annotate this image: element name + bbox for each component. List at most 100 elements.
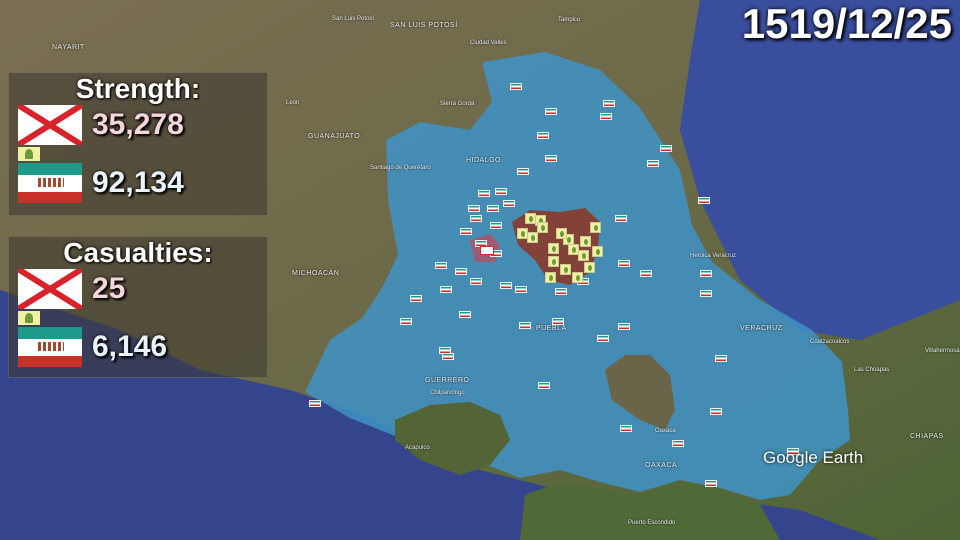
spanish-flag-icon bbox=[18, 269, 82, 309]
aztec-unit-marker[interactable] bbox=[600, 113, 612, 120]
tlaxcalan-unit-marker[interactable] bbox=[548, 243, 559, 254]
casualties-panel: Casualties: 25 6,146 bbox=[8, 236, 268, 378]
map-label: VERACRUZ bbox=[740, 325, 783, 332]
aztec-unit-marker[interactable] bbox=[597, 335, 609, 342]
aztec-unit-marker[interactable] bbox=[400, 318, 412, 325]
aztec-unit-marker[interactable] bbox=[615, 215, 627, 222]
map-label: CHIAPAS bbox=[910, 433, 944, 440]
map-label: OAXACA bbox=[645, 462, 678, 469]
map-label: HIDALGO bbox=[466, 157, 502, 164]
tlaxcalan-unit-marker[interactable] bbox=[578, 250, 589, 261]
tlaxcalan-unit-marker[interactable] bbox=[584, 262, 595, 273]
map-label: GUERRERO bbox=[425, 377, 470, 384]
map-label: Villahermosa bbox=[925, 348, 960, 354]
map-label: NAYARIT bbox=[52, 44, 85, 51]
tlaxcalan-unit-marker[interactable] bbox=[572, 272, 583, 283]
aztec-strength: 92,134 bbox=[92, 166, 184, 199]
tlaxcala-flag-icon bbox=[18, 311, 40, 325]
spanish-strength: 35,278 bbox=[92, 108, 184, 141]
aztec-unit-marker[interactable] bbox=[672, 440, 684, 447]
aztec-unit-marker[interactable] bbox=[487, 205, 499, 212]
aztec-unit-marker[interactable] bbox=[495, 188, 507, 195]
aztec-unit-marker[interactable] bbox=[515, 286, 527, 293]
map-label: GUANAJUATO bbox=[308, 133, 361, 140]
aztec-unit-marker[interactable] bbox=[538, 382, 550, 389]
aztec-unit-marker[interactable] bbox=[700, 290, 712, 297]
tlaxcalan-unit-marker[interactable] bbox=[592, 246, 603, 257]
aztec-unit-marker[interactable] bbox=[603, 100, 615, 107]
map-label: Puerto Escondido bbox=[628, 520, 676, 526]
aztec-unit-marker[interactable] bbox=[545, 155, 557, 162]
aztec-unit-marker[interactable] bbox=[715, 355, 727, 362]
aztec-unit-marker[interactable] bbox=[503, 200, 515, 207]
map-label: Acapulco bbox=[405, 445, 430, 451]
google-earth-watermark: Google Earth bbox=[763, 448, 864, 467]
map-label: MICHOACÁN bbox=[292, 270, 340, 277]
aztec-unit-marker[interactable] bbox=[517, 168, 529, 175]
tlaxcalan-unit-marker[interactable] bbox=[556, 228, 567, 239]
aztec-unit-marker[interactable] bbox=[460, 228, 472, 235]
aztec-unit-marker[interactable] bbox=[618, 323, 630, 330]
map-label: Santiago de Querétaro bbox=[370, 165, 431, 171]
aztec-unit-marker[interactable] bbox=[552, 318, 564, 325]
aztec-unit-marker[interactable] bbox=[660, 145, 672, 152]
aztec-flag-icon bbox=[18, 163, 82, 203]
aztec-unit-marker[interactable] bbox=[440, 286, 452, 293]
aztec-unit-marker[interactable] bbox=[700, 270, 712, 277]
map-label: PUEBLA bbox=[536, 325, 567, 332]
map-label: Coatzacoalcos bbox=[810, 339, 850, 345]
map-label: Ciudad Valles bbox=[470, 40, 507, 46]
map-label: León bbox=[286, 100, 300, 106]
aztec-unit-marker[interactable] bbox=[519, 322, 531, 329]
aztec-unit-marker[interactable] bbox=[468, 205, 480, 212]
strength-panel: Strength: 35,278 92,134 bbox=[8, 72, 268, 216]
aztec-unit-marker[interactable] bbox=[442, 353, 454, 360]
aztec-unit-marker[interactable] bbox=[537, 132, 549, 139]
aztec-unit-marker[interactable] bbox=[705, 480, 717, 487]
aztec-unit-marker[interactable] bbox=[478, 190, 490, 197]
aztec-unit-marker[interactable] bbox=[555, 288, 567, 295]
aztec-unit-marker[interactable] bbox=[698, 197, 710, 204]
tlaxcalan-unit-marker[interactable] bbox=[548, 256, 559, 267]
map-label: Heroica Veracruz bbox=[690, 253, 737, 259]
tlaxcalan-unit-marker[interactable] bbox=[527, 232, 538, 243]
tlaxcalan-unit-marker[interactable] bbox=[580, 236, 591, 247]
tlaxcalan-unit-marker[interactable] bbox=[568, 244, 579, 255]
aztec-casualties: 6,146 bbox=[92, 330, 168, 363]
aztec-unit-marker[interactable] bbox=[459, 311, 471, 318]
spanish-unit-marker[interactable] bbox=[480, 246, 494, 255]
aztec-unit-marker[interactable] bbox=[309, 400, 321, 407]
strength-title: Strength: bbox=[75, 73, 201, 104]
aztec-unit-marker[interactable] bbox=[640, 270, 652, 277]
spanish-casualties: 25 bbox=[92, 272, 126, 305]
date-display: 1519/12/25 bbox=[741, 0, 952, 47]
tlaxcala-flag-icon bbox=[18, 147, 40, 161]
aztec-unit-marker[interactable] bbox=[410, 295, 422, 302]
map-label: Oaxaca bbox=[655, 428, 676, 434]
map-label: SAN LUIS POTOSÍ bbox=[390, 22, 458, 29]
aztec-unit-marker[interactable] bbox=[510, 83, 522, 90]
aztec-flag-icon bbox=[18, 327, 82, 367]
aztec-unit-marker[interactable] bbox=[500, 282, 512, 289]
tlaxcalan-unit-marker[interactable] bbox=[590, 222, 601, 233]
map-label: Las Choapas bbox=[854, 367, 890, 373]
tlaxcalan-unit-marker[interactable] bbox=[545, 272, 556, 283]
tlaxcalan-unit-marker[interactable] bbox=[560, 264, 571, 275]
aztec-unit-marker[interactable] bbox=[710, 408, 722, 415]
aztec-unit-marker[interactable] bbox=[545, 108, 557, 115]
casualties-title: Casualties: bbox=[63, 237, 213, 268]
aztec-unit-marker[interactable] bbox=[470, 215, 482, 222]
aztec-unit-marker[interactable] bbox=[470, 278, 482, 285]
map-label: Chilpancingo bbox=[430, 390, 465, 396]
map-label: San Luis Potosí bbox=[332, 16, 375, 22]
aztec-unit-marker[interactable] bbox=[455, 268, 467, 275]
aztec-unit-marker[interactable] bbox=[647, 160, 659, 167]
aztec-unit-marker[interactable] bbox=[490, 222, 502, 229]
tlaxcalan-unit-marker[interactable] bbox=[537, 222, 548, 233]
aztec-unit-marker[interactable] bbox=[435, 262, 447, 269]
map-label: Sierra Gorda bbox=[440, 101, 475, 107]
spanish-flag-icon bbox=[18, 105, 82, 145]
aztec-unit-marker[interactable] bbox=[618, 260, 630, 267]
aztec-unit-marker[interactable] bbox=[620, 425, 632, 432]
map-label: Tampico bbox=[558, 17, 581, 23]
